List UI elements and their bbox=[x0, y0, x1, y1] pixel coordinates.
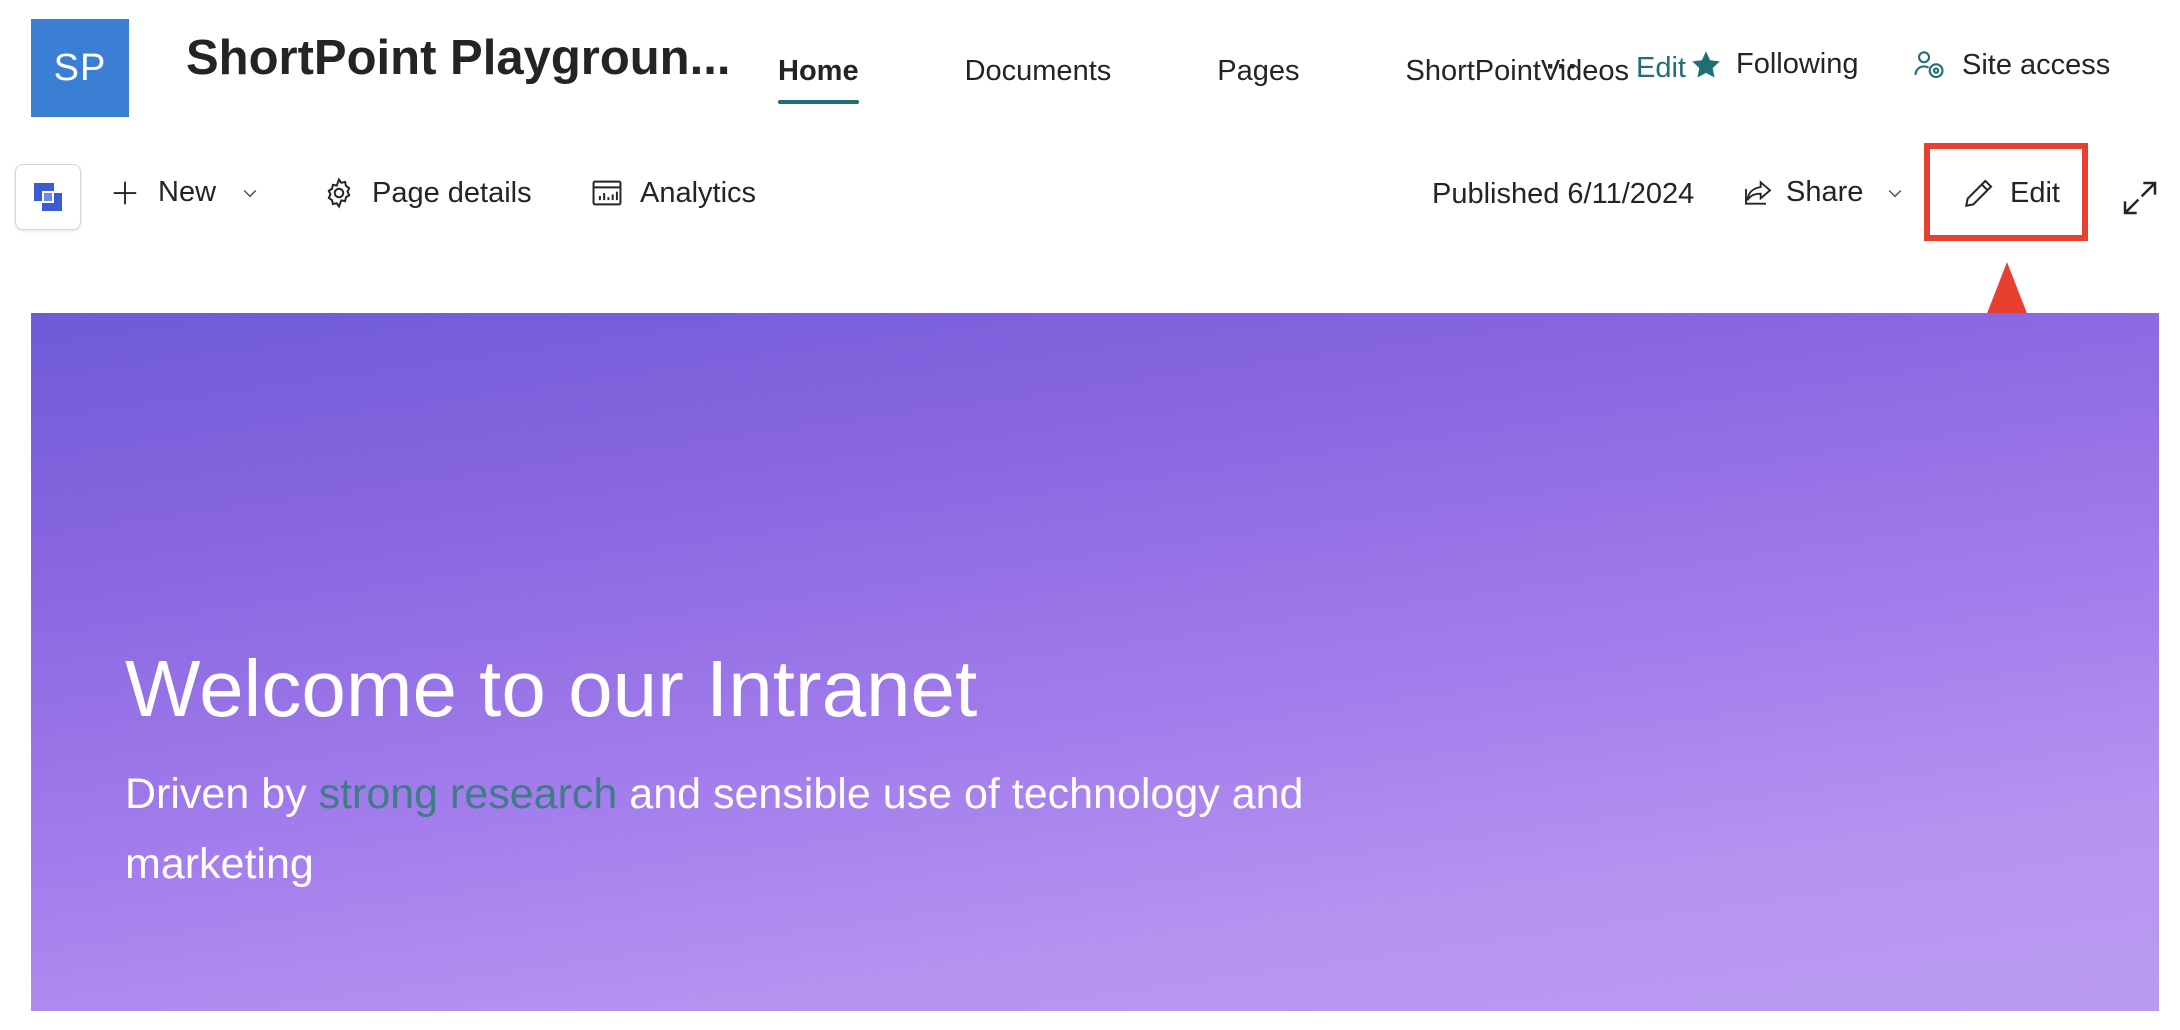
page-details-label: Page details bbox=[372, 176, 532, 209]
chevron-down-icon bbox=[243, 189, 257, 197]
hero-subtitle: Driven by strong research and sensible u… bbox=[125, 759, 1325, 899]
gear-icon bbox=[327, 177, 351, 209]
nav-item-documents[interactable]: Documents bbox=[941, 41, 1136, 104]
share-icon bbox=[1745, 179, 1772, 205]
star-icon bbox=[1692, 50, 1720, 78]
pencil-icon bbox=[1964, 179, 1993, 208]
site-access-label: Site access bbox=[1962, 48, 2111, 81]
published-date: Published 6/11/2024 bbox=[1432, 178, 1695, 210]
plus-icon bbox=[113, 181, 137, 204]
site-logo[interactable]: SP bbox=[31, 19, 129, 117]
hero-title: Welcome to our Intranet bbox=[125, 644, 978, 733]
shortpoint-app-button[interactable] bbox=[15, 164, 81, 230]
edit-button[interactable]: Edit bbox=[1962, 176, 2060, 210]
edit-label: Edit bbox=[2010, 176, 2060, 209]
command-bar: New Page details Analytics Published 6/1… bbox=[0, 150, 2180, 246]
following-button[interactable]: Following bbox=[1690, 48, 1859, 81]
analytics-icon bbox=[592, 180, 622, 206]
analytics-label: Analytics bbox=[640, 176, 757, 209]
nav-item-home[interactable]: Home bbox=[754, 41, 883, 104]
expand-icon[interactable] bbox=[2120, 178, 2160, 218]
nav-edit-link[interactable]: Edit bbox=[1636, 52, 1686, 85]
hero-banner: Welcome to our Intranet Driven by strong… bbox=[31, 313, 2159, 1011]
page-details-button[interactable]: Page details bbox=[322, 176, 532, 210]
new-button[interactable]: New bbox=[110, 176, 260, 209]
shortpoint-logo-icon bbox=[34, 183, 62, 211]
people-settings-icon bbox=[1914, 51, 1944, 79]
following-label: Following bbox=[1736, 48, 1859, 80]
chevron-down-icon bbox=[1889, 189, 1902, 197]
site-header: SP ShortPoint Playgroun... Home Document… bbox=[0, 0, 2180, 130]
hero-subtitle-accent: strong research bbox=[318, 770, 618, 818]
nav-item-shortpointvideos[interactable]: ShortPointVideos bbox=[1381, 41, 1653, 104]
hero-subtitle-prefix: Driven by bbox=[125, 770, 319, 818]
site-title[interactable]: ShortPoint Playgroun... bbox=[186, 30, 730, 86]
share-label: Share bbox=[1786, 176, 1864, 208]
nav-more-button[interactable]: ··· bbox=[1546, 50, 1579, 84]
site-access-button[interactable]: Site access bbox=[1912, 48, 2110, 82]
site-logo-text: SP bbox=[53, 46, 107, 89]
share-button[interactable]: Share bbox=[1742, 176, 1905, 209]
analytics-button[interactable]: Analytics bbox=[590, 176, 756, 210]
nav-item-pages[interactable]: Pages bbox=[1193, 41, 1323, 104]
new-label: New bbox=[158, 176, 217, 208]
